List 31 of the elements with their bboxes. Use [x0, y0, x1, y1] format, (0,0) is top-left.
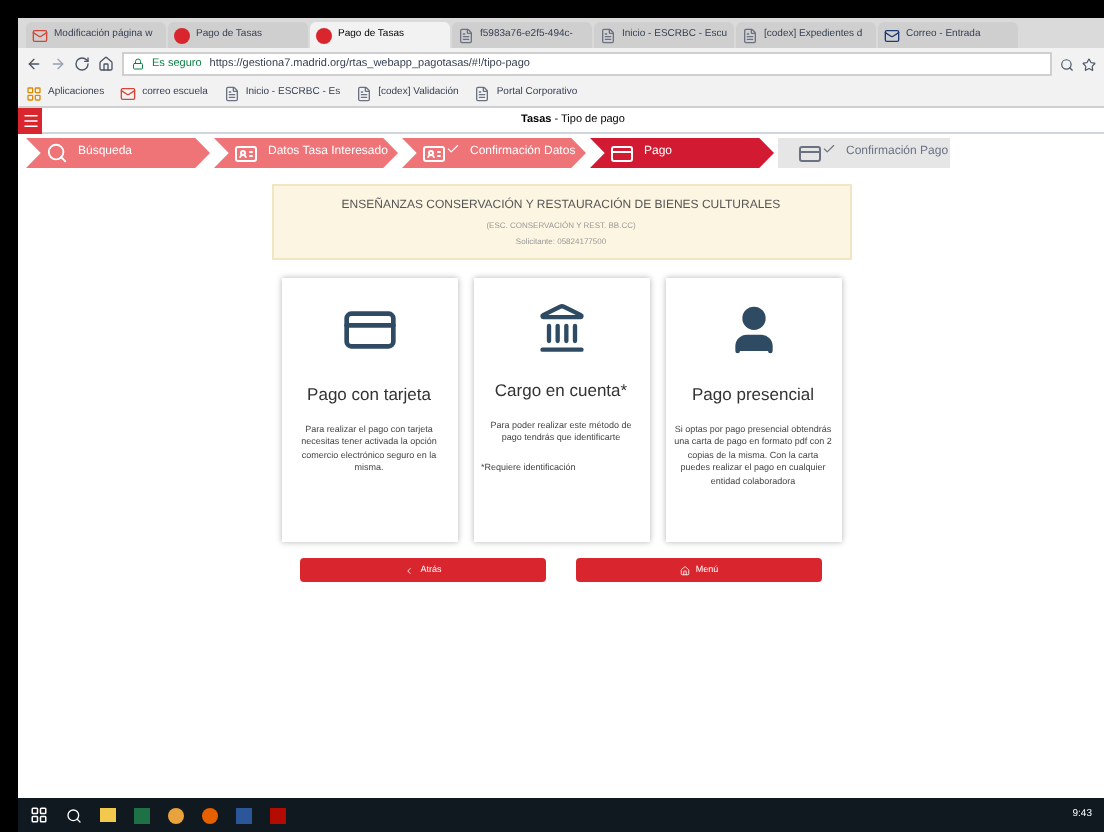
- home-icon[interactable]: [98, 56, 114, 72]
- search-icon: [46, 142, 68, 164]
- star-icon[interactable]: [1082, 57, 1096, 71]
- back-icon[interactable]: [26, 56, 42, 72]
- page-icon: [474, 85, 491, 101]
- apps-icon: [26, 85, 42, 101]
- mail-icon: [120, 85, 137, 101]
- option-title: Pago presencial: [692, 382, 814, 408]
- menu-icon: [21, 111, 39, 129]
- page-icon: [458, 27, 474, 43]
- id-card-check-icon: [422, 141, 460, 165]
- mail-icon: [32, 27, 48, 43]
- page-icon: [223, 85, 240, 101]
- id-card-icon: [234, 141, 258, 165]
- bank-icon: [535, 302, 587, 354]
- chevron-left-icon: [404, 565, 415, 575]
- option-title: Cargo en cuenta*: [494, 378, 628, 404]
- zoom-icon[interactable]: [1060, 57, 1074, 71]
- menu-button[interactable]: [18, 107, 42, 133]
- page-icon: [742, 27, 758, 43]
- credit-card-icon: [610, 141, 634, 165]
- lock-icon: [132, 58, 144, 70]
- home-icon: [679, 565, 690, 575]
- option-title: Pago con tarjeta: [307, 382, 431, 408]
- mail-icon: [884, 27, 900, 43]
- credit-card-check-icon: [798, 141, 836, 165]
- page-icon: [356, 85, 373, 101]
- page-icon: [600, 27, 616, 43]
- search-icon[interactable]: [66, 807, 82, 823]
- start-icon[interactable]: [30, 806, 48, 824]
- reload-icon[interactable]: [74, 56, 90, 72]
